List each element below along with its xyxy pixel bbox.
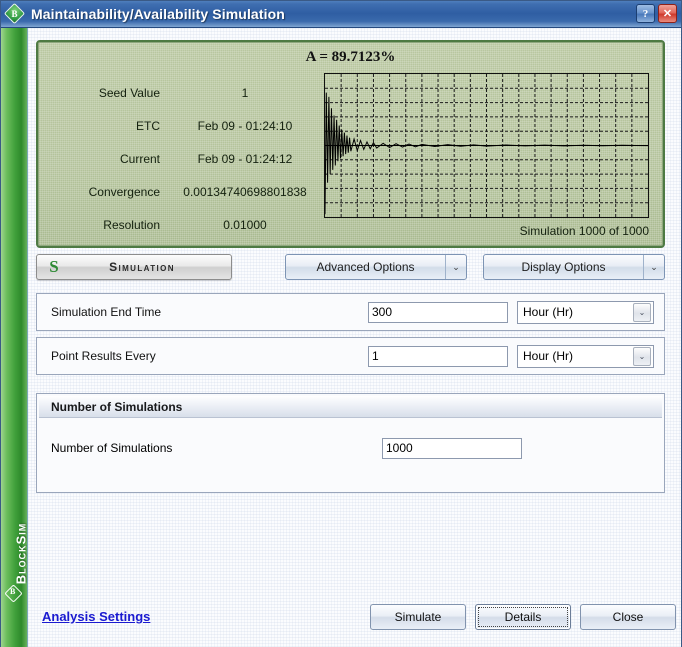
chevron-down-icon[interactable]: ⌄ [633, 346, 651, 366]
number-of-simulations-label: Number of Simulations [51, 441, 173, 455]
statistics-list: Seed Value 1 ETC Feb 09 - 01:24:10 Curre… [50, 76, 320, 241]
stat-row: Resolution 0.01000 [50, 208, 320, 241]
blocksim-diamond-icon: B [3, 2, 26, 24]
tab-simulation[interactable]: S Simulation [36, 254, 232, 280]
stat-value: 0.00134740698801838 [183, 184, 307, 199]
stat-label: Current [119, 151, 160, 166]
title-bar: B Maintainability/Availability Simulatio… [1, 1, 681, 28]
simulation-progress-label: Simulation 1000 of 1000 [519, 224, 649, 238]
advanced-options-label: Advanced Options [316, 260, 415, 274]
analysis-settings-link[interactable]: Analysis Settings [42, 609, 150, 624]
tab-row: S Simulation Advanced Options ⌄ Display … [36, 254, 665, 284]
display-options-label: Display Options [521, 260, 606, 274]
window-body: BlockSim B A = 89.7123% Seed Value 1 ETC… [1, 28, 681, 647]
stat-row: Seed Value 1 [50, 76, 320, 109]
stat-row: ETC Feb 09 - 01:24:10 [50, 109, 320, 142]
sidebar-logo-letter: B [10, 587, 16, 596]
convergence-plot-svg [325, 74, 648, 217]
point-results-every-label: Point Results Every [51, 349, 156, 363]
number-of-simulations-input[interactable] [382, 437, 522, 459]
point-results-every-unit-select[interactable]: Hour (Hr) ⌄ [517, 344, 654, 368]
chevron-down-icon[interactable]: ⌄ [445, 255, 466, 279]
simulation-window: B Maintainability/Availability Simulatio… [0, 0, 682, 647]
chevron-down-icon[interactable]: ⌄ [643, 255, 664, 279]
stat-value: Feb 09 - 01:24:12 [197, 151, 293, 166]
tab-simulation-label: Simulation [109, 260, 175, 274]
number-of-simulations-group: Number of Simulations Number of Simulati… [36, 393, 665, 493]
simulation-end-time-input[interactable] [368, 301, 508, 323]
simulation-end-time-row: Simulation End Time Hour (Hr) ⌄ [36, 293, 665, 331]
availability-value: A = 89.7123% [305, 49, 396, 65]
group-header: Number of Simulations [39, 396, 662, 418]
stat-label: Seed Value [98, 85, 160, 100]
content-area: A = 89.7123% Seed Value 1 ETC Feb 09 - 0… [28, 28, 681, 647]
footer-bar: Analysis Settings Simulate Details Close [28, 595, 681, 647]
stat-value: Feb 09 - 01:24:10 [197, 118, 293, 133]
title-bar-buttons: ? ✕ [636, 4, 677, 23]
window-title: Maintainability/Availability Simulation [31, 6, 285, 22]
focus-outline [478, 607, 568, 627]
results-panel: A = 89.7123% Seed Value 1 ETC Feb 09 - 0… [36, 40, 665, 248]
group-title: Number of Simulations [51, 399, 183, 414]
simulation-end-time-label: Simulation End Time [51, 305, 162, 319]
simulation-end-time-unit-value: Hour (Hr) [523, 305, 573, 319]
stat-value: 1 [241, 85, 249, 100]
advanced-options-button[interactable]: Advanced Options ⌄ [285, 254, 467, 280]
chevron-down-icon[interactable]: ⌄ [633, 302, 651, 322]
stat-label: ETC [136, 118, 160, 133]
stat-row: Convergence 0.00134740698801838 [50, 175, 320, 208]
details-button[interactable]: Details [475, 604, 571, 630]
convergence-chart [324, 73, 649, 218]
number-of-simulations-row: Number of Simulations [37, 428, 664, 468]
blocksim-logo-icon: B [4, 584, 23, 603]
simulation-end-time-unit-select[interactable]: Hour (Hr) ⌄ [517, 300, 654, 324]
display-options-button[interactable]: Display Options ⌄ [483, 254, 665, 280]
app-icon-letter: B [11, 8, 18, 19]
close-button[interactable]: Close [580, 604, 676, 630]
point-results-every-unit-value: Hour (Hr) [523, 349, 573, 363]
simulation-logo-icon: S [49, 257, 59, 276]
close-window-button[interactable]: ✕ [658, 4, 677, 23]
point-results-every-row: Point Results Every Hour (Hr) ⌄ [36, 337, 665, 375]
point-results-every-input[interactable] [368, 345, 508, 367]
stat-row: Current Feb 09 - 01:24:12 [50, 142, 320, 175]
stat-label: Convergence [88, 184, 160, 199]
simulate-button[interactable]: Simulate [370, 604, 466, 630]
help-button[interactable]: ? [636, 4, 655, 23]
product-sidebar: BlockSim B [1, 28, 29, 647]
stat-value: 0.01000 [223, 217, 267, 232]
stat-label: Resolution [103, 217, 160, 232]
